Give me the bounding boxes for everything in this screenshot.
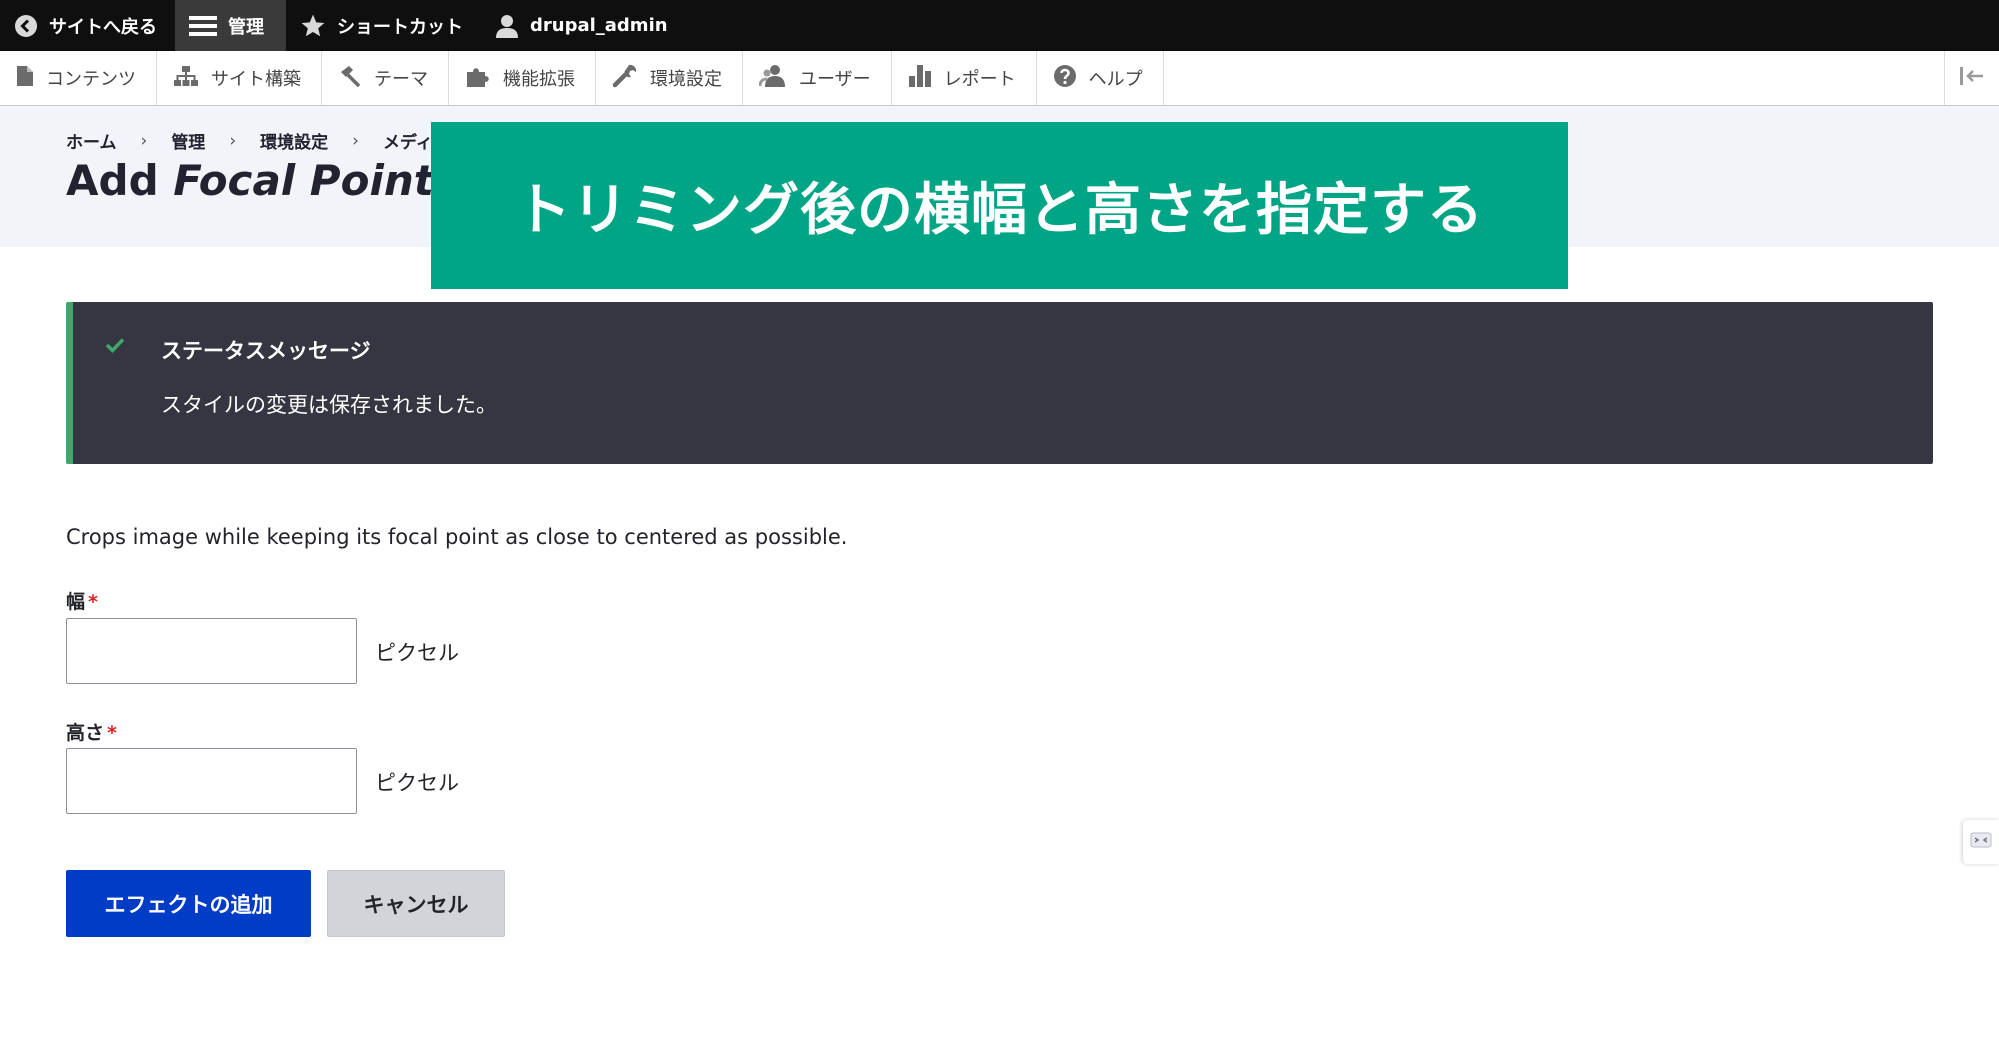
sitemap-icon bbox=[173, 65, 199, 92]
checkmark-icon bbox=[105, 337, 125, 357]
admin-toolbar: サイトへ戻る 管理 ショートカット drupal_admin bbox=[0, 0, 1999, 51]
manage-label: 管理 bbox=[228, 16, 264, 38]
tray-orientation-toggle[interactable] bbox=[1944, 51, 1999, 105]
status-title: ステータスメッセージ bbox=[161, 339, 371, 363]
document-icon bbox=[16, 65, 34, 92]
page-title-prefix: Add bbox=[66, 156, 174, 205]
height-label-text: 高さ bbox=[66, 722, 105, 744]
tray-item-reports[interactable]: レポート bbox=[892, 51, 1037, 105]
wrench-icon bbox=[612, 63, 638, 94]
height-unit: ピクセル bbox=[375, 771, 459, 795]
tray-item-label: テーマ bbox=[374, 69, 428, 90]
tray-item-help[interactable]: ヘルプ bbox=[1037, 51, 1164, 105]
breadcrumb-config[interactable]: 環境設定 bbox=[260, 128, 328, 153]
star-icon bbox=[300, 13, 326, 39]
paint-roller-icon bbox=[338, 64, 362, 93]
tray-item-label: ユーザー bbox=[799, 69, 871, 90]
people-icon bbox=[758, 64, 787, 93]
back-to-site-label: サイトへ戻る bbox=[49, 16, 157, 38]
help-icon bbox=[1053, 64, 1077, 93]
admin-tray: コンテンツ サイト構築 テーマ 機能拡張 環境設定 ユーザー レポート ヘルプ bbox=[0, 51, 1999, 106]
add-effect-button[interactable]: エフェクトの追加 bbox=[66, 870, 311, 937]
manage-tab[interactable]: 管理 bbox=[175, 0, 286, 51]
tray-item-structure[interactable]: サイト構築 bbox=[157, 51, 322, 105]
tray-item-content[interactable]: コンテンツ bbox=[0, 51, 157, 105]
side-panel-tab[interactable] bbox=[1963, 820, 1999, 864]
expand-icon bbox=[1970, 832, 1992, 852]
collapse-icon bbox=[1959, 66, 1985, 90]
status-text: スタイルの変更は保存されました。 bbox=[161, 393, 497, 417]
tray-item-label: サイト構築 bbox=[211, 69, 301, 90]
breadcrumb-separator-icon: › bbox=[140, 130, 148, 151]
status-message: ステータスメッセージ スタイルの変更は保存されました。 bbox=[66, 302, 1933, 464]
tray-item-label: 環境設定 bbox=[650, 69, 722, 90]
width-unit: ピクセル bbox=[375, 641, 459, 665]
breadcrumb-separator-icon: › bbox=[229, 130, 237, 151]
user-name: drupal_admin bbox=[530, 15, 668, 36]
breadcrumb-admin[interactable]: 管理 bbox=[171, 128, 205, 153]
tray-item-configuration[interactable]: 環境設定 bbox=[596, 51, 743, 105]
tray-item-label: レポート bbox=[943, 69, 1016, 90]
tray-item-people[interactable]: ユーザー bbox=[743, 51, 892, 105]
cancel-button[interactable]: キャンセル bbox=[327, 870, 505, 937]
bar-chart-icon bbox=[908, 64, 932, 93]
width-input[interactable] bbox=[66, 618, 357, 684]
effect-description: Crops image while keeping its focal poin… bbox=[66, 525, 848, 549]
tray-item-extend[interactable]: 機能拡張 bbox=[449, 51, 596, 105]
required-mark: * bbox=[88, 591, 98, 613]
breadcrumb-separator-icon: › bbox=[352, 130, 359, 151]
shortcuts-label: ショートカット bbox=[337, 16, 463, 38]
width-label-text: 幅 bbox=[66, 591, 86, 613]
user-icon bbox=[495, 13, 519, 39]
shortcuts-tab[interactable]: ショートカット bbox=[286, 0, 481, 51]
tray-item-label: 機能拡張 bbox=[503, 69, 575, 90]
width-label: 幅 * bbox=[66, 587, 98, 614]
height-label: 高さ * bbox=[66, 718, 117, 745]
required-mark: * bbox=[107, 722, 117, 744]
back-arrow-icon bbox=[14, 14, 38, 38]
user-tab[interactable]: drupal_admin bbox=[481, 0, 686, 51]
breadcrumb-home[interactable]: ホーム bbox=[66, 128, 117, 153]
hamburger-icon bbox=[189, 15, 217, 37]
back-to-site-link[interactable]: サイトへ戻る bbox=[0, 0, 175, 51]
tray-item-label: コンテンツ bbox=[46, 69, 136, 90]
breadcrumb: ホーム › 管理 › 環境設定 › メディア bbox=[66, 128, 450, 154]
caption-banner: トリミング後の横幅と高さを指定する bbox=[431, 122, 1568, 289]
tray-item-label: ヘルプ bbox=[1088, 69, 1143, 90]
tray-item-appearance[interactable]: テーマ bbox=[322, 51, 449, 105]
puzzle-icon bbox=[465, 64, 491, 93]
height-input[interactable] bbox=[66, 748, 357, 814]
